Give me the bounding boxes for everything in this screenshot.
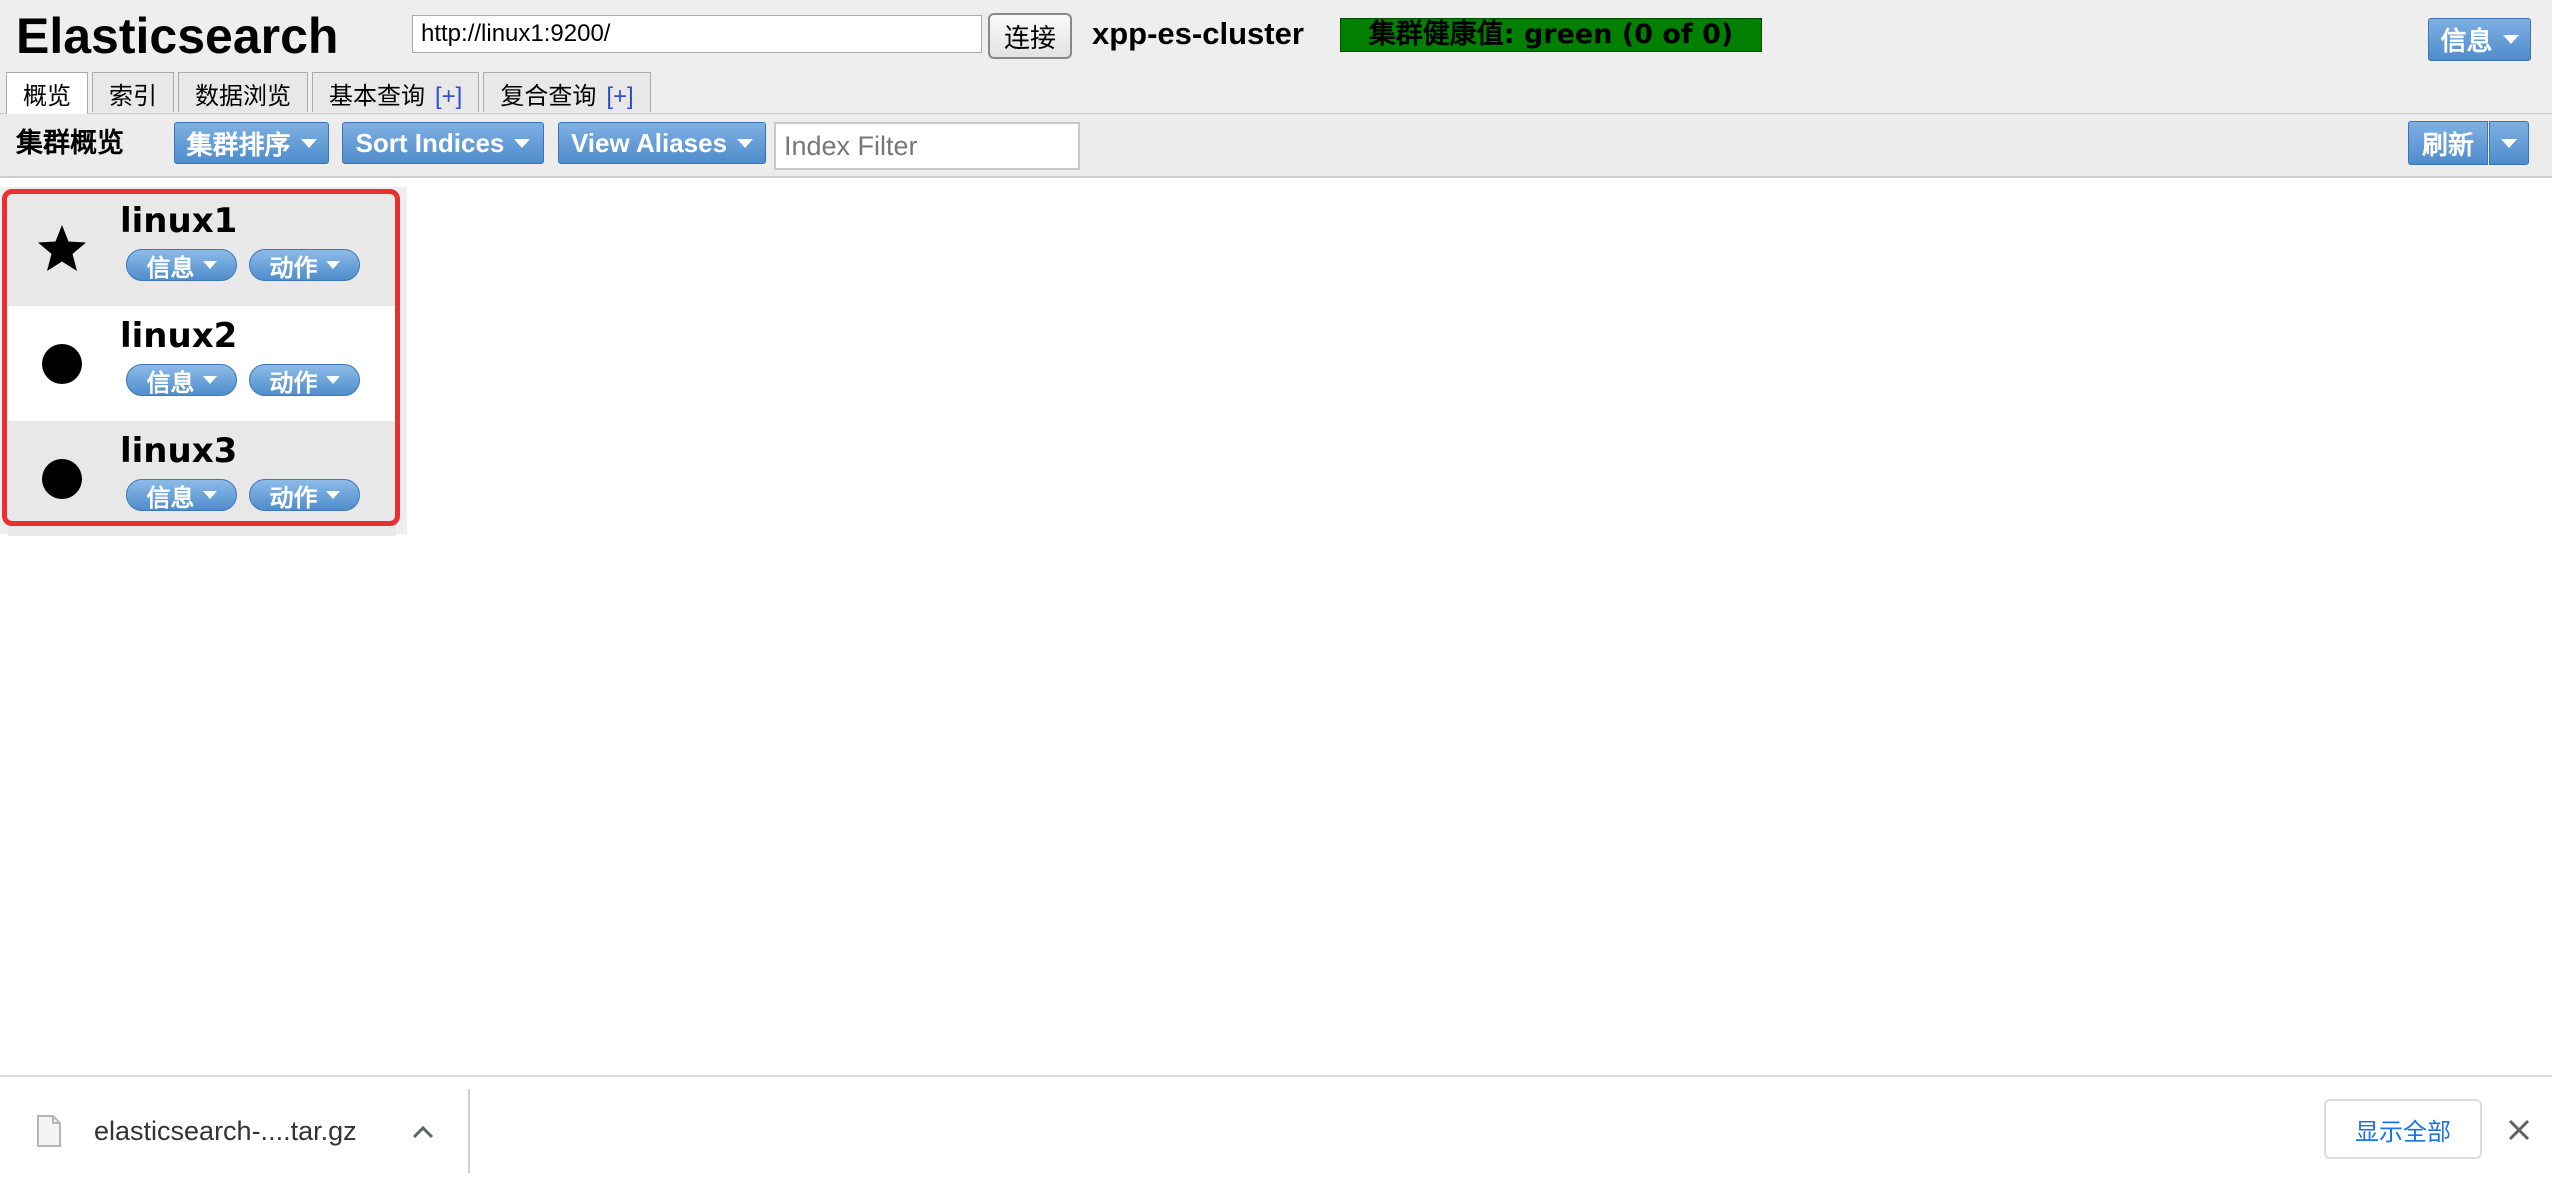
chevron-down-icon <box>2502 35 2519 44</box>
tab-indices-label: 索引 <box>109 82 157 110</box>
sort-cluster-button[interactable]: 集群排序 <box>174 122 329 164</box>
toolbar-title: 集群概览 <box>16 128 124 159</box>
tab-indices[interactable]: 索引 <box>92 72 174 112</box>
tab-overview[interactable]: 概览 <box>6 72 88 114</box>
overview-toolbar: 集群概览 集群排序 Sort Indices View Aliases 刷新 <box>0 114 2552 178</box>
index-filter-input[interactable] <box>774 122 1080 170</box>
tab-data-browser[interactable]: 数据浏览 <box>178 72 308 112</box>
chevron-down-icon <box>737 138 754 148</box>
chevron-down-icon <box>300 138 317 148</box>
tab-basic-query-label: 基本查询 <box>329 82 425 110</box>
chevron-down-icon <box>514 138 531 148</box>
chevron-up-icon[interactable] <box>408 1117 438 1147</box>
tab-data-browser-label: 数据浏览 <box>195 82 291 110</box>
app-title: Elasticsearch <box>16 8 339 64</box>
header: Elasticsearch 连接 xpp-es-cluster 集群健康值: g… <box>0 0 2552 115</box>
tab-basic-query-add[interactable]: [+] <box>435 83 462 110</box>
tab-compound-query[interactable]: 复合查询 [+] <box>483 72 651 112</box>
cluster-url-input[interactable] <box>412 15 982 53</box>
refresh-button[interactable]: 刷新 <box>2408 121 2488 165</box>
info-menu-label: 信息 <box>2440 27 2493 57</box>
highlight-annotation-box <box>2 189 400 526</box>
sort-cluster-label: 集群排序 <box>186 130 291 161</box>
show-all-button[interactable]: 显示全部 <box>2324 1099 2482 1159</box>
tab-bar: 概览 索引 数据浏览 基本查询 [+] 复合查询 [+] <box>6 72 651 114</box>
download-file-name[interactable]: elasticsearch-....tar.gz <box>94 1113 357 1149</box>
sort-indices-button[interactable]: Sort Indices <box>342 122 544 164</box>
chevron-down-icon <box>2501 138 2517 148</box>
close-icon[interactable] <box>2506 1117 2532 1143</box>
cluster-health-badge: 集群健康值: green (0 of 0) <box>1340 18 1762 52</box>
view-aliases-button[interactable]: View Aliases <box>558 122 766 164</box>
cluster-name: xpp-es-cluster <box>1092 16 1304 51</box>
info-menu-button[interactable]: 信息 <box>2428 18 2531 61</box>
download-bar: elasticsearch-....tar.gz 显示全部 <box>0 1075 2552 1186</box>
tab-compound-query-add[interactable]: [+] <box>606 83 633 110</box>
refresh-options-button[interactable] <box>2489 121 2529 165</box>
connect-button[interactable]: 连接 <box>988 13 1072 59</box>
sort-indices-label: Sort Indices <box>355 127 505 158</box>
refresh-label: 刷新 <box>2421 130 2474 161</box>
file-icon <box>37 1115 61 1147</box>
tab-basic-query[interactable]: 基本查询 [+] <box>312 72 480 112</box>
divider <box>468 1089 470 1173</box>
view-aliases-label: View Aliases <box>570 127 728 158</box>
tab-compound-query-label: 复合查询 <box>500 82 597 110</box>
tab-overview-label: 概览 <box>23 82 71 110</box>
